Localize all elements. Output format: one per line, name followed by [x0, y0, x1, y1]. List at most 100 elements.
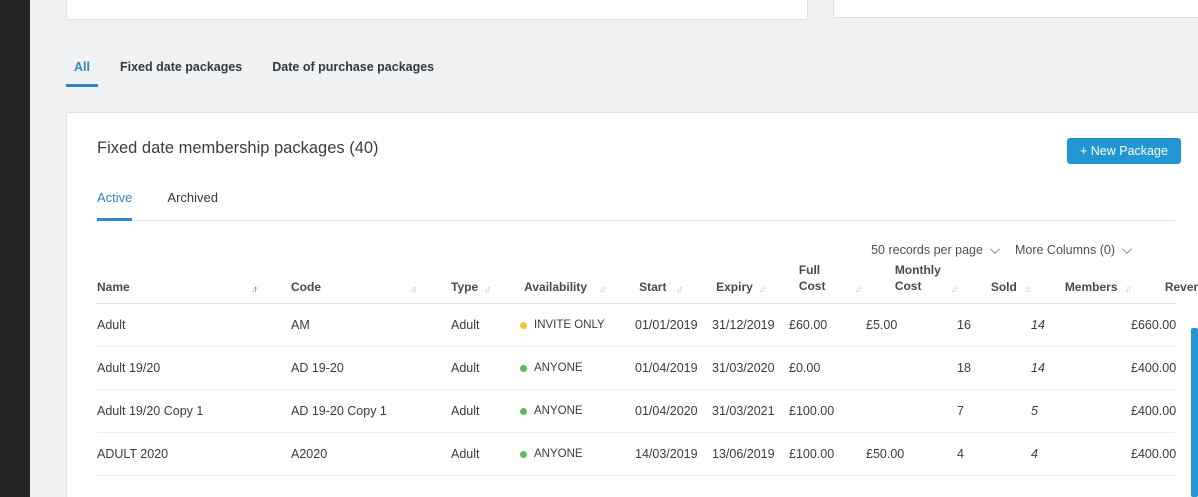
more-columns-dropdown[interactable]: More Columns (0) — [1015, 243, 1129, 257]
vertical-scrollbar[interactable] — [1191, 328, 1198, 497]
column-header-expiry[interactable]: Expiry ↓↑ — [716, 280, 799, 294]
sort-icon[interactable]: ↓↑ — [593, 284, 604, 294]
sort-icon[interactable]: ↓↑ — [405, 284, 416, 294]
sort-icon[interactable]: ↓↑ — [753, 284, 764, 294]
cell-members: 4 — [1031, 447, 1131, 461]
header-label: Name — [97, 280, 130, 294]
table-controls: 50 records per page More Columns (0) — [97, 243, 1175, 257]
sort-icon[interactable]: ↓↑ — [478, 284, 489, 294]
cell-full-cost: £60.00 — [789, 318, 866, 332]
cell-type: Adult — [451, 447, 520, 461]
column-header-code[interactable]: Code ↓↑ — [291, 280, 451, 294]
column-header-type[interactable]: Type ↓↑ — [451, 280, 524, 294]
header-label: Code — [291, 280, 321, 294]
availability-dot-icon — [520, 365, 527, 372]
chevron-down-icon — [1122, 244, 1132, 254]
cell-expiry: 31/03/2020 — [712, 361, 789, 375]
availability-label: ANYONE — [534, 362, 583, 374]
column-header-full-cost[interactable]: Full Cost ↓↑ — [799, 263, 895, 294]
records-per-page-dropdown[interactable]: 50 records per page — [871, 243, 997, 257]
top-panel-left — [66, 0, 808, 20]
cell-revenue: £400.00 — [1131, 404, 1198, 418]
cell-full-cost: £100.00 — [789, 404, 866, 418]
chevron-down-icon — [990, 244, 1000, 254]
cell-name: ADULT 2020 — [97, 447, 291, 461]
cell-type: Adult — [451, 404, 520, 418]
header-label: Start — [639, 280, 666, 294]
cell-expiry: 13/06/2019 — [712, 447, 789, 461]
table-header-row: Name ↓↑ Code ↓↑ Type ↓↑ Availability ↓↑ … — [97, 263, 1175, 304]
sort-icon[interactable]: ↓↑ — [1119, 284, 1130, 294]
cell-type: Adult — [451, 318, 520, 332]
sort-icon[interactable]: ↓↑ — [1019, 284, 1030, 294]
cell-full-cost: £100.00 — [789, 447, 866, 461]
new-package-button[interactable]: + New Package — [1067, 138, 1181, 164]
availability-dot-icon — [520, 322, 527, 329]
cell-sold: 4 — [957, 447, 1031, 461]
cell-availability: ANYONE — [520, 405, 635, 417]
header-label: Revenue — [1165, 280, 1198, 294]
table-row[interactable]: Adult 19/20 AD 19-20 Adult ANYONE 01/04/… — [97, 347, 1175, 390]
cell-members: 5 — [1031, 404, 1131, 418]
cell-start: 14/03/2019 — [635, 447, 712, 461]
cell-name: Adult 19/20 Copy 1 — [97, 404, 291, 418]
column-header-sold[interactable]: Sold ↓↑ — [991, 280, 1065, 294]
tab-date-of-purchase-packages[interactable]: Date of purchase packages — [264, 50, 442, 87]
tab-archived[interactable]: Archived — [167, 190, 218, 221]
left-sidebar — [0, 0, 30, 497]
status-tabs: Active Archived — [97, 190, 1175, 221]
table-row[interactable]: ADULT 2020 A2020 Adult ANYONE 14/03/2019… — [97, 433, 1175, 476]
header-label: Sold — [991, 280, 1017, 294]
cell-type: Adult — [451, 361, 520, 375]
cell-expiry: 31/12/2019 — [712, 318, 789, 332]
packages-table: Name ↓↑ Code ↓↑ Type ↓↑ Availability ↓↑ … — [97, 263, 1175, 476]
column-header-availability[interactable]: Availability ↓↑ — [524, 280, 639, 294]
cell-full-cost: £0.00 — [789, 361, 866, 375]
cell-start: 01/01/2019 — [635, 318, 712, 332]
sort-icon[interactable]: ↓↑ — [670, 284, 681, 294]
availability-label: INVITE ONLY — [534, 319, 605, 331]
header-label: Members — [1065, 280, 1118, 294]
availability-dot-icon — [520, 451, 527, 458]
cell-monthly-cost: £5.00 — [866, 318, 957, 332]
cell-members: 14 — [1031, 361, 1131, 375]
cell-sold: 7 — [957, 404, 1031, 418]
cell-revenue: £400.00 — [1131, 447, 1198, 461]
cell-availability: ANYONE — [520, 362, 635, 374]
availability-dot-icon — [520, 408, 527, 415]
cell-revenue: £400.00 — [1131, 361, 1198, 375]
column-header-name[interactable]: Name ↓↑ — [97, 280, 291, 294]
cell-name: Adult 19/20 — [97, 361, 291, 375]
records-per-page-label: 50 records per page — [871, 243, 983, 257]
cell-name: Adult — [97, 318, 291, 332]
cell-sold: 18 — [957, 361, 1031, 375]
packages-panel: Fixed date membership packages (40) + Ne… — [66, 112, 1198, 497]
cell-availability: INVITE ONLY — [520, 319, 635, 331]
header-label: Type — [451, 280, 478, 294]
cell-expiry: 31/03/2021 — [712, 404, 789, 418]
sort-icon[interactable]: ↓↑ — [849, 284, 860, 294]
availability-label: ANYONE — [534, 448, 583, 460]
package-type-tabs: All Fixed date packages Date of purchase… — [66, 50, 442, 87]
availability-label: ANYONE — [534, 405, 583, 417]
column-header-monthly-cost[interactable]: Monthly Cost ↓↑ — [895, 263, 991, 294]
tab-active[interactable]: Active — [97, 190, 132, 221]
column-header-revenue[interactable]: Revenue ↓↑ — [1165, 280, 1198, 294]
cell-members: 14 — [1031, 318, 1131, 332]
cell-code: AD 19-20 Copy 1 — [291, 404, 451, 418]
more-columns-label: More Columns (0) — [1015, 243, 1115, 257]
cell-revenue: £660.00 — [1131, 318, 1198, 332]
column-header-members[interactable]: Members ↓↑ — [1065, 280, 1165, 294]
cell-code: AM — [291, 318, 451, 332]
cell-monthly-cost: £50.00 — [866, 447, 957, 461]
cell-availability: ANYONE — [520, 448, 635, 460]
column-header-start[interactable]: Start ↓↑ — [639, 280, 716, 294]
table-row[interactable]: Adult 19/20 Copy 1 AD 19-20 Copy 1 Adult… — [97, 390, 1175, 433]
top-panel-right — [833, 0, 1198, 18]
cell-start: 01/04/2019 — [635, 361, 712, 375]
sort-icon[interactable]: ↓↑ — [945, 284, 956, 294]
table-row[interactable]: Adult AM Adult INVITE ONLY 01/01/2019 31… — [97, 304, 1175, 347]
tab-fixed-date-packages[interactable]: Fixed date packages — [112, 50, 250, 87]
tab-all[interactable]: All — [66, 50, 98, 87]
sort-icon[interactable]: ↓↑ — [245, 284, 256, 294]
